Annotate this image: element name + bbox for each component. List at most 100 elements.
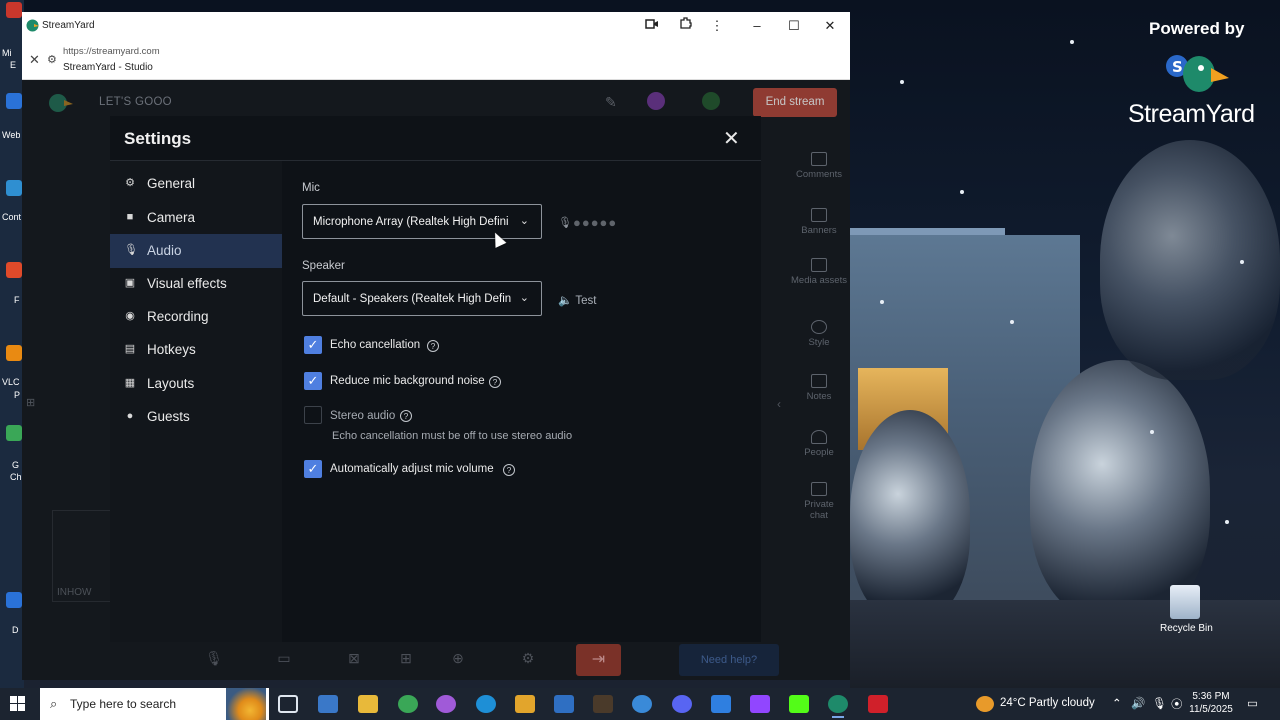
collapse-chevron-icon[interactable]: ‹ xyxy=(777,397,781,411)
nav-hotkeys[interactable]: ▤ Hotkeys xyxy=(110,333,282,367)
stereo-audio-label: Stereo audio xyxy=(330,410,396,422)
network-icon[interactable]: ⦿ xyxy=(1171,696,1183,712)
settings-gear-icon[interactable]: ⚙ xyxy=(518,650,538,668)
stereo-audio-checkbox[interactable] xyxy=(304,406,322,424)
vlc-icon[interactable] xyxy=(6,345,22,361)
camera-toggle-icon[interactable]: ▭ xyxy=(274,650,294,668)
taskbar-search-box[interactable]: ⌕ Type here to search xyxy=(40,688,269,720)
edit-pencil-icon[interactable]: ✎ xyxy=(605,94,617,111)
echo-cancellation-label: Echo cancellation xyxy=(330,339,421,351)
recycle-bin-icon[interactable] xyxy=(1170,585,1200,619)
nav-layouts[interactable]: ▦ Layouts xyxy=(110,367,282,401)
edge-icon[interactable] xyxy=(476,695,496,713)
auto-adjust-volume-checkbox[interactable]: ✓ xyxy=(304,460,322,478)
weather-icon[interactable] xyxy=(976,696,994,712)
page-title: StreamYard - Studio xyxy=(63,62,153,73)
close-icon[interactable]: ✕ xyxy=(723,126,740,151)
need-help-button[interactable]: Need help? xyxy=(679,644,779,676)
nav-label: Camera xyxy=(147,210,196,225)
twitch-icon[interactable] xyxy=(750,695,770,713)
desktop-app-icon[interactable] xyxy=(6,180,22,196)
notification-icon[interactable]: ▭ xyxy=(1247,696,1258,710)
nav-recording[interactable]: ◉ Recording xyxy=(110,300,282,334)
end-stream-button[interactable]: End stream xyxy=(753,88,837,117)
comment-icon xyxy=(811,152,827,166)
nav-visual-effects[interactable]: ▣ Visual effects xyxy=(110,267,282,301)
show-hidden-icons-icon[interactable]: ⌃ xyxy=(1112,696,1122,710)
desktop-app-icon[interactable] xyxy=(6,592,22,608)
stop-loading-icon[interactable]: ✕ xyxy=(29,52,40,68)
rail-notes[interactable]: Notes xyxy=(788,374,850,402)
desktop-icon-label: Ch xyxy=(10,472,22,482)
desktop-app-icon[interactable] xyxy=(6,2,22,18)
weather-text[interactable]: 24°C Partly cloudy xyxy=(1000,697,1095,709)
camera-permission-icon[interactable] xyxy=(641,16,663,36)
taskbar-app-icon[interactable] xyxy=(868,695,888,713)
nav-general[interactable]: ⚙ General xyxy=(110,167,282,201)
file-explorer-icon[interactable] xyxy=(358,695,378,713)
speaker-select[interactable]: Default - Speakers (Realtek High Defin ⌄ xyxy=(302,281,542,316)
speaker-select-value: Default - Speakers (Realtek High Defin xyxy=(313,293,512,305)
snowflake xyxy=(1225,520,1229,524)
rail-media-assets[interactable]: Media assets xyxy=(788,258,850,286)
microphone-tray-icon[interactable]: 🎙 xyxy=(1152,696,1167,710)
windows-start-icon[interactable] xyxy=(10,696,26,712)
rail-people[interactable]: People xyxy=(788,430,850,458)
reduce-noise-checkbox[interactable]: ✓ xyxy=(304,372,322,390)
volume-icon[interactable]: 🔊 xyxy=(1131,696,1145,710)
outlook-icon[interactable] xyxy=(554,695,574,713)
desktop-icon-label: E xyxy=(10,60,17,70)
nav-guests[interactable]: ● Guests xyxy=(110,400,282,434)
store-icon[interactable] xyxy=(515,695,535,713)
echo-cancellation-checkbox[interactable]: ✓ xyxy=(304,336,322,354)
powered-by-text: Powered by xyxy=(1149,19,1245,38)
rail-banners[interactable]: Banners xyxy=(788,208,850,236)
media-icon xyxy=(811,258,827,272)
url-text[interactable]: https://streamyard.com xyxy=(63,46,160,57)
copilot-icon[interactable] xyxy=(436,695,456,713)
mic-select[interactable]: Microphone Array (Realtek High Defini ⌄ xyxy=(302,204,542,239)
taskbar-app-icon[interactable] xyxy=(632,695,652,713)
nav-audio[interactable]: 🎙 Audio xyxy=(110,234,282,268)
help-icon[interactable]: ? xyxy=(489,376,501,388)
rail-comments[interactable]: Comments xyxy=(788,152,850,180)
site-settings-icon[interactable]: ⚙ xyxy=(47,53,57,66)
extension-icon[interactable] xyxy=(675,16,697,36)
taskbar-app-icon[interactable] xyxy=(593,695,613,713)
task-view-icon[interactable] xyxy=(278,695,298,713)
kick-icon[interactable] xyxy=(789,695,809,713)
window-titlebar: StreamYard ⋮ – ☐ ✕ xyxy=(22,12,850,40)
invite-guest-icon[interactable]: ⊕ xyxy=(448,650,468,668)
help-icon[interactable]: ? xyxy=(400,410,412,422)
help-icon[interactable]: ? xyxy=(427,340,439,352)
chrome-icon[interactable] xyxy=(6,425,22,441)
share-screen-icon[interactable]: ⊠ xyxy=(344,650,364,668)
taskbar-app-icon[interactable] xyxy=(711,695,731,713)
snowflake xyxy=(1070,40,1074,44)
desktop-app-icon[interactable] xyxy=(6,262,22,278)
taskbar-app-icon[interactable] xyxy=(318,695,338,713)
more-options-icon[interactable]: ⋮ xyxy=(706,16,728,36)
kick-destination-icon[interactable] xyxy=(702,92,720,110)
rail-style[interactable]: Style xyxy=(788,320,850,348)
help-icon[interactable]: ? xyxy=(503,464,515,476)
mic-toggle-icon[interactable]: 🎙 xyxy=(204,650,224,668)
taskbar-clock[interactable]: 5:36 PM 11/5/2025 xyxy=(1183,690,1239,716)
layout-toggle-icon[interactable]: ⊞ xyxy=(26,396,35,409)
snowy-tree xyxy=(850,410,970,620)
test-speaker-button[interactable]: 🔈 Test xyxy=(558,293,596,307)
broadcast-title[interactable]: LET'S GOOO xyxy=(99,96,172,108)
maximize-button[interactable]: ☐ xyxy=(783,16,805,36)
minimize-button[interactable]: – xyxy=(746,16,768,36)
add-media-icon[interactable]: ⊞ xyxy=(396,650,416,668)
nav-camera[interactable]: ■ Camera xyxy=(110,201,282,235)
rail-private-chat[interactable]: Private chat xyxy=(788,482,850,521)
leave-studio-button[interactable]: ⇥ xyxy=(576,644,621,676)
streamyard-taskbar-icon[interactable] xyxy=(828,695,848,718)
desktop-app-icon[interactable] xyxy=(6,93,22,109)
twitch-destination-icon[interactable] xyxy=(647,92,665,110)
chrome-icon[interactable] xyxy=(398,695,418,713)
close-window-button[interactable]: ✕ xyxy=(819,16,841,36)
discord-icon[interactable] xyxy=(672,695,692,713)
desktop-icon-label: P xyxy=(14,390,21,400)
